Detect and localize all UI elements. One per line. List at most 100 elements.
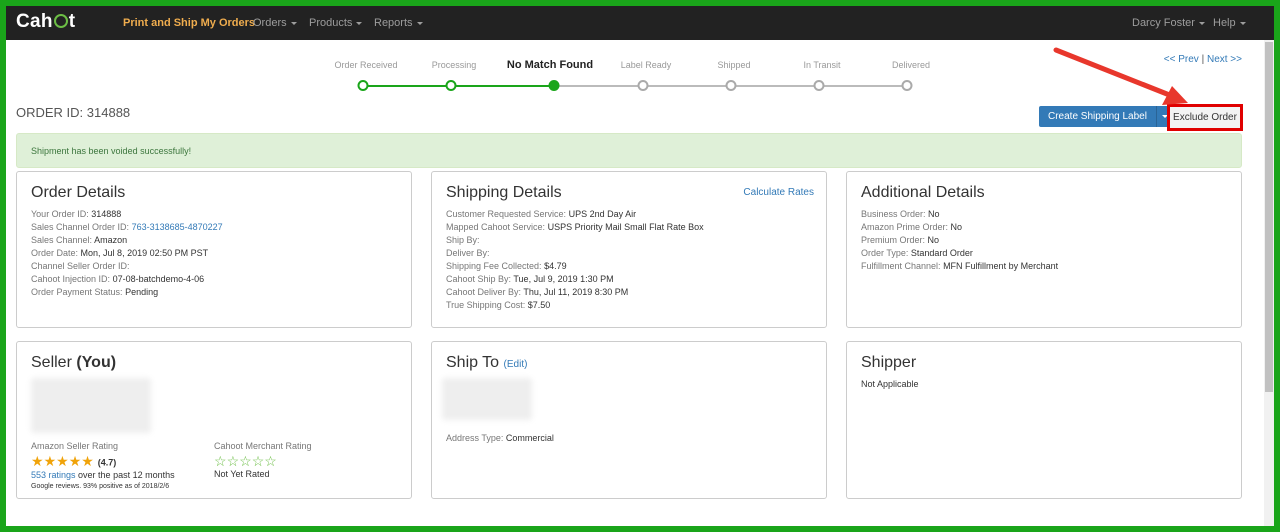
row-key: Your Order ID: [31,209,89,219]
row-key: Customer Requested Service: [446,209,567,219]
row-value: Mon, Jul 8, 2019 02:50 PM PST [80,248,209,258]
vertical-scrollbar[interactable] [1264,40,1274,526]
ratings-count-link[interactable]: 553 ratings [31,470,76,480]
row-value: Pending [125,287,159,297]
row-key: Order Type: [861,248,909,258]
star-outline-icon: ☆ [239,453,252,469]
google-reviews-note: Google reviews. 93% positive as of 2018/… [31,483,170,491]
additional-detail-row: Fulfillment Channel: MFN Fulfillment by … [861,260,1227,273]
row-value: 07-08-batchdemo-4-06 [112,274,205,284]
sales-channel-order-link[interactable]: 763-3138685-4870227 [132,222,223,232]
row-value: No [927,235,940,245]
edit-address-link[interactable]: (Edit) [504,359,528,370]
cahoot-merchant-rating: Cahoot Merchant Rating ☆☆☆☆☆ Not Yet Rat… [214,441,312,479]
row-key: Premium Order: [861,235,926,245]
step-dot-order-received [357,80,369,91]
nav-reports-menu[interactable]: Reports [374,17,423,29]
success-alert: Shipment has been voided successfully! [16,133,1242,168]
calculate-rates-link[interactable]: Calculate Rates [743,187,814,198]
shipping-detail-row: Shipping Fee Collected: $4.79 [446,260,812,273]
seller-title-text: Seller [31,354,72,371]
star-outline-icon: ☆ [226,453,240,469]
row-key: Order Payment Status: [31,287,123,297]
row-key: Sales Channel Order ID: [31,222,130,232]
step-label-no-match-found: No Match Found [506,59,594,71]
order-detail-row: Order Date: Mon, Jul 8, 2019 02:50 PM PS… [31,247,397,260]
shipping-detail-row: Cahoot Ship By: Tue, Jul 9, 2019 1:30 PM [446,273,812,286]
row-value: 314888 [91,209,122,219]
order-details-title: Order Details [31,184,126,201]
row-key: Deliver By: [446,248,490,258]
cahoot-rating-note: Not Yet Rated [214,469,270,479]
nav-orders-menu[interactable]: Orders [253,17,297,29]
additional-detail-row: Premium Order: No [861,234,1227,247]
row-value: USPS Priority Mail Small Flat Rate Box [547,222,704,232]
shipping-detail-row: Deliver By: [446,247,812,260]
row-value: Tue, Jul 9, 2019 1:30 PM [513,274,614,284]
nav-orders-label: Orders [253,17,287,29]
row-key: Channel Seller Order ID: [31,261,130,271]
additional-detail-row: Order Type: Standard Order [861,247,1227,260]
app-window: Cah t Print and Ship My Orders Orders Pro… [0,0,1280,532]
scrollbar-thumb[interactable] [1265,42,1273,392]
step-dot-shipped [725,80,737,91]
create-shipping-label-button-group: Create Shipping Label [1039,106,1173,127]
cahoot-logo[interactable]: Cah t [16,11,75,33]
help-menu[interactable]: Help [1213,17,1246,29]
seller-title-you: (You) [76,354,117,371]
order-detail-row: Your Order ID: 314888 [31,208,397,221]
row-key: Shipping Fee Collected: [446,261,542,271]
star-icon: ★ [56,453,69,469]
row-value: Standard Order [910,248,973,258]
pager-separator: | [1201,54,1205,65]
amazon-rating-label: Amazon Seller Rating [31,441,119,451]
prev-order-link[interactable]: << Prev [1164,54,1199,65]
step-dot-label-ready [637,80,649,91]
star-icon: ★ [43,453,57,469]
row-key: Amazon Prime Order: [861,222,949,232]
step-label-label-ready: Label Ready [620,60,672,70]
shipping-detail-row: True Shipping Cost: $7.50 [446,299,812,312]
star-icon: ★ [31,453,44,469]
shipper-panel: Shipper Not Applicable [846,341,1242,499]
seller-title: Seller (You) [31,354,397,372]
user-menu[interactable]: Darcy Foster [1132,17,1205,29]
step-label-order-received: Order Received [334,60,398,70]
shipping-detail-row: Ship By: [446,234,812,247]
row-key: Mapped Cahoot Service: [446,222,546,232]
seller-panel: Seller (You) Amazon Seller Rating ★★★★★ … [16,341,412,499]
row-value: Amazon [94,235,128,245]
additional-details-panel: Additional Details Business Order: No Am… [846,171,1242,328]
order-progress-tracker: Order Received Processing No Match Found… [306,59,966,100]
ship-to-title-text: Ship To [446,354,500,371]
row-value: $4.79 [544,261,567,271]
chevron-down-icon [290,21,297,25]
order-pager: << Prev | Next >> [1164,54,1242,65]
shipper-title: Shipper [861,354,917,371]
nav-print-ship[interactable]: Print and Ship My Orders [123,17,255,29]
step-label-processing: Processing [431,60,477,70]
order-details-list: Your Order ID: 314888 Sales Channel Orde… [31,208,397,299]
ship-to-panel: Ship To (Edit) Address Type: Commercial [431,341,827,499]
top-navbar: Cah t Print and Ship My Orders Orders Pro… [6,6,1274,40]
shipping-detail-row: Mapped Cahoot Service: USPS Priority Mai… [446,221,812,234]
shipping-detail-row: Cahoot Deliver By: Thu, Jul 11, 2019 8:3… [446,286,812,299]
user-name: Darcy Foster [1132,17,1195,29]
redacted-seller-info [31,378,151,433]
step-dot-in-transit [813,80,825,91]
step-dot-no-match-found [548,80,560,91]
row-value: No [950,222,963,232]
row-key: Cahoot Injection ID: [31,274,111,284]
order-details-panel: Order Details Your Order ID: 314888 Sale… [16,171,412,328]
amazon-rating-stars: ★★★★★ (4.7) [31,453,175,470]
row-value: MFN Fulfillment by Merchant [943,261,1059,271]
order-detail-row: Sales Channel: Amazon [31,234,397,247]
exclude-order-button[interactable]: Exclude Order [1167,104,1243,131]
shipping-details-panel: Shipping Details Calculate Rates Custome… [431,171,827,328]
next-order-link[interactable]: Next >> [1207,54,1242,65]
create-shipping-label-button[interactable]: Create Shipping Label [1039,106,1156,127]
address-type-row: Address Type: Commercial [446,432,812,445]
nav-products-menu[interactable]: Products [309,17,363,29]
chevron-down-icon [356,21,363,25]
row-value: Commercial [505,433,554,443]
